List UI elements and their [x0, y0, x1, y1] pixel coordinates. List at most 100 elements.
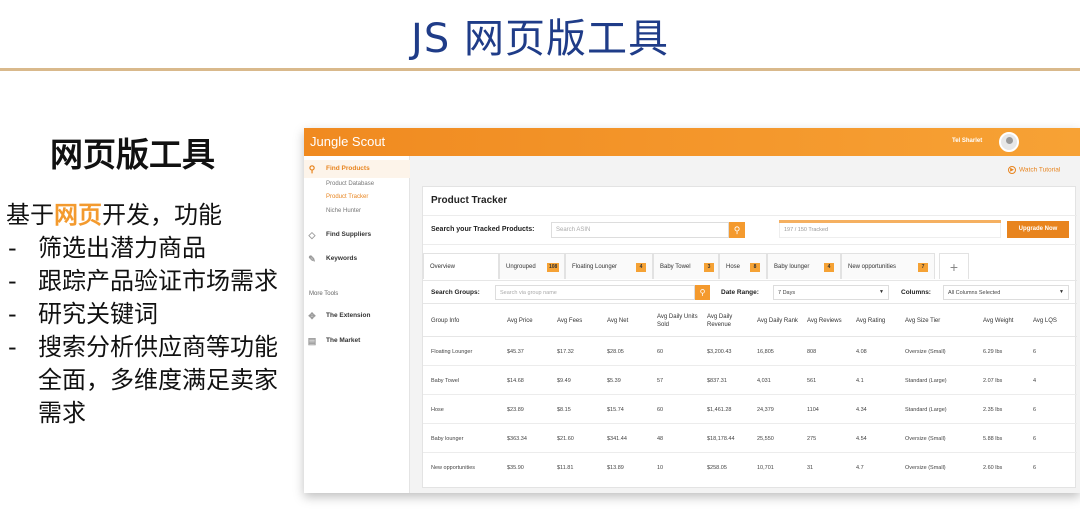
sidebar-sub-product-tracker[interactable]: Product Tracker	[326, 194, 368, 200]
column-header[interactable]: Avg Size Tier	[905, 305, 975, 337]
table-row[interactable]: New opportunities $35.90 $11.81 $13.89 1…	[423, 454, 1077, 482]
table-cell: 4.08	[856, 349, 867, 355]
tracked-search-row: Search your Tracked Products: Search ASI…	[423, 215, 1077, 245]
intro-after: 开发，功能	[102, 201, 222, 229]
column-header[interactable]: Avg Rating	[856, 305, 902, 337]
search-input[interactable]: Search ASIN	[551, 222, 729, 238]
product-tracker-card: Product Tracker Search your Tracked Prod…	[422, 186, 1077, 488]
table-row[interactable]: Baby Towel $14.68 $9.49 $5.39 57 $837.31…	[423, 367, 1077, 395]
table-cell: $5.39	[607, 378, 621, 384]
watch-tutorial-link[interactable]: ▶ Watch Tutorial	[1008, 166, 1060, 174]
date-range-select[interactable]: 7 Days ▼	[773, 285, 889, 300]
table-cell: 6.29 lbs	[983, 349, 1003, 355]
table-cell: 48	[657, 436, 664, 442]
table-cell: Oversize (Small)	[905, 465, 946, 471]
column-header[interactable]: Avg Weight	[983, 305, 1023, 337]
table-cell: Oversize (Small)	[905, 349, 946, 355]
table-cell: $837.31	[707, 378, 727, 384]
date-range-label: Date Range:	[721, 289, 759, 296]
intro-highlight: 网页	[54, 201, 102, 229]
column-header[interactable]: Avg Daily Rank	[757, 305, 803, 337]
table-cell: 4,031	[757, 378, 771, 384]
table-cell: 25,550	[757, 436, 774, 442]
sidebar-sub-niche-hunter[interactable]: Niche Hunter	[326, 208, 361, 214]
column-header[interactable]: Avg Reviews	[807, 305, 847, 337]
table-cell: $45.37	[507, 349, 524, 355]
add-group-button[interactable]: +	[939, 253, 969, 279]
avatar[interactable]	[999, 132, 1019, 152]
sidebar-sub-product-database[interactable]: Product Database	[326, 181, 374, 187]
table-cell: 4	[1033, 378, 1037, 384]
table-cell: $3,200.43	[707, 349, 732, 355]
table-cell: 57	[657, 378, 664, 384]
table-row[interactable]: Floating Lounger $45.37 $17.32 $28.05 60…	[423, 338, 1077, 366]
search-button[interactable]: ⚲	[729, 222, 745, 238]
search-icon: ⚲	[308, 164, 316, 174]
page-title: Product Tracker	[431, 195, 508, 206]
table-cell: 6	[1033, 349, 1037, 355]
tab-overview[interactable]: Overview	[423, 253, 499, 279]
column-header[interactable]: Avg Fees	[557, 305, 601, 337]
table-row[interactable]: Hose $23.89 $8.15 $15.74 60 $1,461.28 24…	[423, 396, 1077, 424]
table-cell: $363.34	[507, 436, 527, 442]
table-cell: $341.44	[607, 436, 627, 442]
table-cell: Oversize (Small)	[905, 436, 946, 442]
table-cell: $35.90	[507, 465, 524, 471]
plus-icon: +	[949, 259, 959, 275]
search-groups-label: Search Groups:	[431, 289, 480, 296]
brand-logo[interactable]: Jungle Scout	[310, 134, 385, 149]
table-cell: 4.54	[856, 436, 867, 442]
column-header[interactable]: Avg Price	[507, 305, 551, 337]
table-cell: 2.60 lbs	[983, 465, 1003, 471]
user-name[interactable]: Tel Sharlet	[952, 138, 982, 144]
table-cell: 24,379	[757, 407, 774, 413]
table-cell: 60	[657, 349, 664, 355]
search-groups-button[interactable]: ⚲	[695, 285, 710, 300]
column-header[interactable]: Avg Daily Revenue	[707, 305, 753, 337]
table-cell: 31	[807, 465, 814, 471]
tab-new-opportunities[interactable]: New opportunities 7	[841, 253, 935, 279]
sidebar-item-find-suppliers[interactable]: ◇ Find Suppliers	[304, 226, 410, 244]
tab-hose[interactable]: Hose 8	[719, 253, 767, 279]
tab-baby-towel[interactable]: Baby Towel 3	[653, 253, 719, 279]
search-label: Search your Tracked Products:	[431, 226, 535, 233]
sidebar-item-the-market[interactable]: ▤ The Market	[304, 332, 410, 350]
table-cell: $13.89	[607, 465, 624, 471]
columns-value: All Columns Selected	[948, 290, 1001, 296]
tab-label: Floating Lounger	[572, 264, 618, 270]
tag-icon: ◇	[308, 230, 316, 240]
tab-count-badge: 7	[918, 263, 928, 272]
tab-label: Overview	[430, 264, 456, 270]
table-cell: $14.68	[507, 378, 524, 384]
columns-select[interactable]: All Columns Selected ▼	[943, 285, 1069, 300]
sidebar-item-keywords[interactable]: ✎ Keywords	[304, 250, 410, 268]
column-header[interactable]: Group Info	[431, 305, 501, 337]
left-heading: 网页版工具	[50, 135, 215, 174]
tab-floating-lounger[interactable]: Floating Lounger 4	[565, 253, 653, 279]
table-cell: $21.60	[557, 436, 574, 442]
table-cell: Baby Towel	[431, 378, 460, 384]
sidebar-item-label: Keywords	[326, 255, 358, 262]
upgrade-button[interactable]: Upgrade Now	[1007, 221, 1069, 238]
intro-before: 基于	[6, 201, 54, 229]
table-cell: $28.05	[607, 349, 624, 355]
column-header[interactable]: Avg Net	[607, 305, 651, 337]
table-cell: $1,461.28	[707, 407, 732, 413]
key-icon: ✎	[308, 254, 316, 264]
chevron-down-icon: ▼	[1059, 289, 1064, 295]
sidebar-item-the-extension[interactable]: ✥ The Extension	[304, 307, 410, 325]
table-cell: $18,178.44	[707, 436, 735, 442]
column-header[interactable]: Avg Daily Units Sold	[657, 305, 703, 337]
tab-label: Hose	[726, 264, 741, 270]
sidebar-item-label: Find Suppliers	[326, 231, 372, 238]
table-row[interactable]: Baby lounger $363.34 $21.60 $341.44 48 $…	[423, 425, 1077, 453]
tab-ungrouped[interactable]: Ungrouped 108	[499, 253, 565, 279]
column-header[interactable]: Avg LQS	[1033, 305, 1073, 337]
search-groups-input[interactable]: Search via group name	[495, 285, 695, 300]
table-cell: Floating Lounger	[431, 349, 473, 355]
tab-count-badge: 8	[750, 263, 760, 272]
tab-count-badge: 4	[636, 263, 646, 272]
tab-baby-lounger[interactable]: Baby lounger 4	[767, 253, 841, 279]
sidebar-item-find-products[interactable]: ⚲ Find Products	[304, 160, 410, 178]
watch-tutorial-label: Watch Tutorial	[1019, 166, 1061, 174]
